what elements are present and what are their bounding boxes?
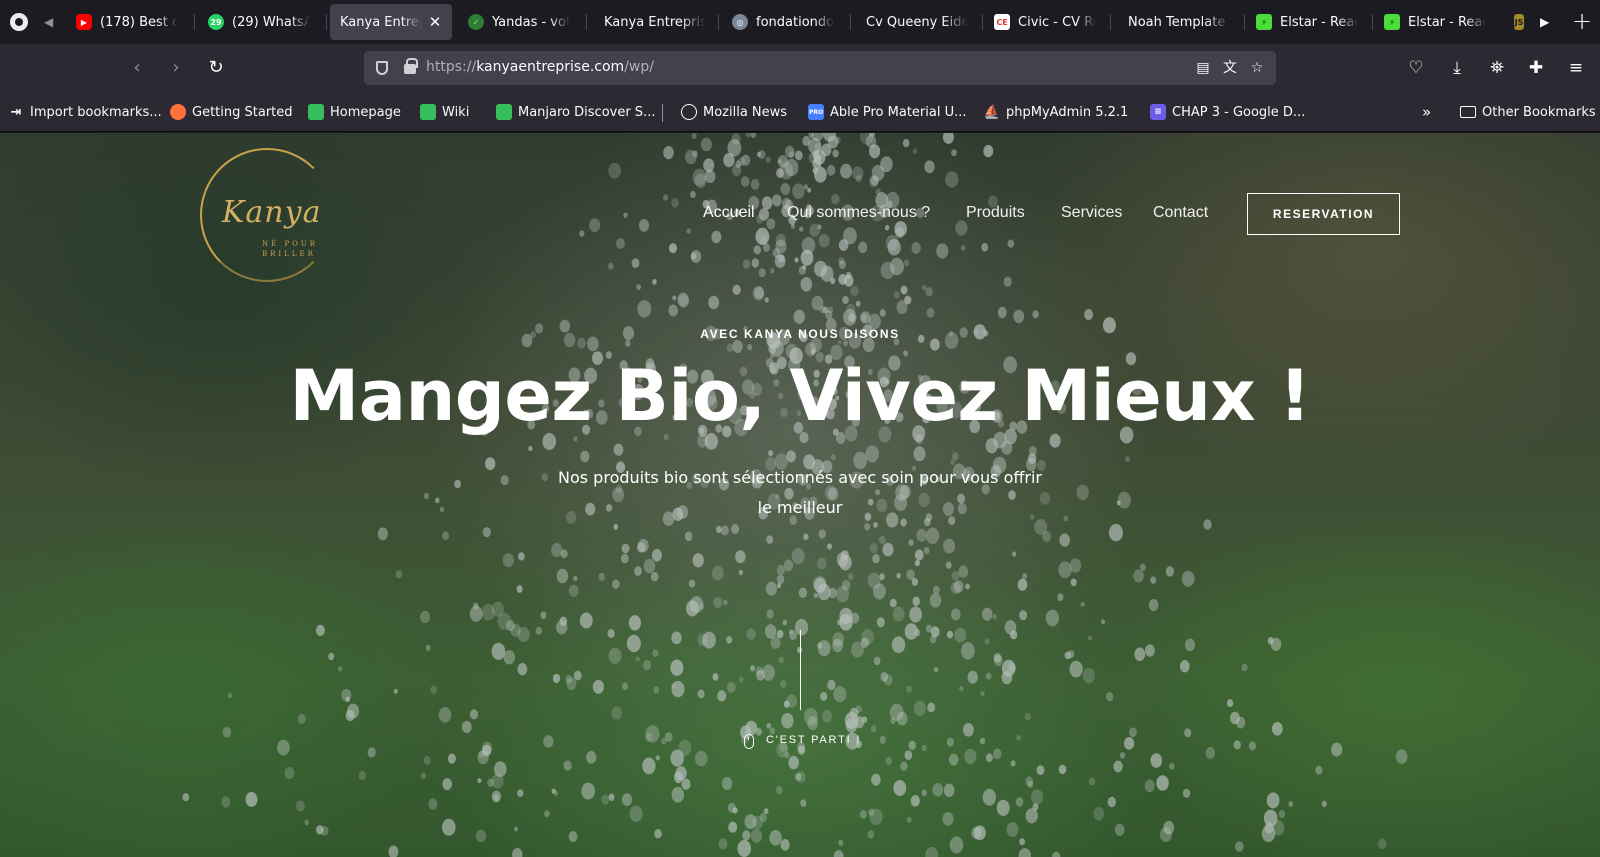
tab-noah[interactable]: Noah Template (1118, 4, 1240, 40)
reader-profile-icon[interactable]: ⛯ (1485, 56, 1509, 80)
tab-separator (586, 14, 587, 30)
reader-view-icon[interactable]: ▤ (1194, 59, 1212, 77)
tab-separator (326, 14, 327, 30)
tab-separator (194, 14, 195, 30)
import-icon: ⇥ (10, 104, 22, 120)
bolt-icon: ⚡ (1384, 14, 1400, 30)
firefox-icon (170, 104, 186, 120)
firefox-view-icon[interactable] (10, 13, 28, 31)
manjaro-icon (308, 104, 324, 120)
tab-separator (982, 14, 983, 30)
back-button[interactable]: ‹ (125, 56, 149, 80)
address-bar[interactable]: https://kanyaentreprise.com/wp/ ▤ 文 ☆ (364, 51, 1276, 85)
tab-scroll-right-icon[interactable]: ▶ (1540, 12, 1552, 32)
navigation-toolbar: ‹ › ↻ https://kanyaentreprise.com/wp/ ▤ … (0, 44, 1600, 92)
forward-button[interactable]: › (164, 56, 188, 80)
bookmark-able-pro[interactable]: PRO Able Pro Material U... (808, 102, 967, 122)
nav-qui-sommes-nous[interactable]: Qui sommes-nous ? (787, 204, 930, 228)
app-menu-icon[interactable]: ≡ (1564, 56, 1588, 80)
tab-separator (718, 14, 719, 30)
tab-whatsapp[interactable]: 29 (29) WhatsAp (198, 4, 320, 40)
bookmark-getting-started[interactable]: Getting Started (170, 102, 293, 122)
civic-icon: CE (994, 14, 1010, 30)
url-input[interactable]: https://kanyaentreprise.com/wp/ (426, 59, 654, 75)
url-host: kanyaentreprise.com (476, 59, 625, 75)
bookmark-phpmyadmin[interactable]: ⛵ phpMyAdmin 5.2.1 (984, 102, 1128, 122)
logo-script-text: Kanya (222, 195, 322, 230)
pro-icon: PRO (808, 104, 824, 120)
tab-fondation[interactable]: ◎ fondationdos (722, 4, 844, 40)
other-bookmarks[interactable]: Other Bookmarks (1460, 102, 1596, 122)
folder-icon (1460, 106, 1476, 118)
tab-cv-queeny[interactable]: Cv Queeny Eidel (856, 4, 978, 40)
hero-eyebrow: AVEC KANYA NOUS DISONS (700, 327, 900, 341)
tab-civic[interactable]: CE Civic - CV Res (984, 4, 1106, 40)
tab-elstar-2[interactable]: ⚡ Elstar - React (1374, 4, 1496, 40)
tab-separator (1110, 14, 1111, 30)
youtube-icon: ▶ (76, 14, 92, 30)
pocket-icon[interactable]: ♡ (1404, 56, 1428, 80)
bookmark-import[interactable]: ⇥ Import bookmarks... (8, 102, 162, 122)
bookmark-wiki[interactable]: Wiki (420, 102, 469, 122)
tab-youtube[interactable]: ▶ (178) Best of (66, 4, 188, 40)
mouse-scroll-icon[interactable] (744, 734, 754, 749)
tab-separator (850, 14, 851, 30)
scroll-cta[interactable]: C'EST PARTI ! (766, 734, 861, 746)
extensions-icon[interactable]: ✚ (1524, 56, 1548, 80)
leaf-icon: ✓ (468, 14, 484, 30)
translate-icon[interactable]: 文 (1221, 59, 1239, 77)
bookmark-homepage[interactable]: Homepage (308, 102, 401, 122)
hero-subtitle: Nos produits bio sont sélectionnés avec … (558, 468, 1042, 517)
globe-icon: ◎ (732, 14, 748, 30)
bookmarks-separator (662, 104, 663, 122)
manjaro-icon (496, 104, 512, 120)
bookmark-manjaro-discover[interactable]: Manjaro Discover S... (496, 102, 655, 122)
bookmark-chap3-docs[interactable]: ≡ CHAP 3 - Google D... (1150, 102, 1305, 122)
phpmyadmin-icon: ⛵ (983, 104, 1001, 120)
nav-contact[interactable]: Contact (1153, 204, 1208, 228)
logo-tagline: NÉ POUR BRILLER (262, 240, 319, 258)
scroll-indicator-line (800, 630, 801, 710)
manjaro-icon (420, 104, 436, 120)
tab-scroll-left-icon[interactable]: ◀ (44, 12, 56, 32)
nav-services[interactable]: Services (1061, 204, 1122, 228)
javascript-icon: JS (1514, 14, 1524, 30)
tab-separator (1372, 14, 1373, 30)
downloads-icon[interactable]: ⤓ (1445, 56, 1469, 80)
tab-yandas[interactable]: ✓ Yandas - votr (458, 4, 580, 40)
bookmark-star-icon[interactable]: ☆ (1248, 59, 1266, 77)
nav-produits[interactable]: Produits (966, 204, 1025, 228)
bolt-icon: ⚡ (1256, 14, 1272, 30)
tab-kanya-active[interactable]: Kanya Entrep ✕ (330, 4, 452, 40)
url-path: /wp/ (624, 59, 654, 75)
hero-section: Kanya NÉ POUR BRILLER Accueil Qui sommes… (0, 133, 1600, 857)
globe-icon (681, 104, 697, 120)
reload-button[interactable]: ↻ (204, 56, 228, 80)
new-tab-button[interactable]: + (1570, 8, 1594, 36)
bookmark-mozilla-news[interactable]: Mozilla News (681, 102, 787, 122)
tab-separator (1244, 14, 1245, 30)
tab-kanya-2[interactable]: Kanya Entrepris (594, 4, 716, 40)
bookmarks-toolbar: ⇥ Import bookmarks... Getting Started Ho… (0, 92, 1600, 132)
lock-icon[interactable] (404, 58, 418, 74)
tab-elstar-1[interactable]: ⚡ Elstar - React (1246, 4, 1368, 40)
more-bookmarks-chevron-icon[interactable]: » (1422, 102, 1431, 122)
url-scheme: https:// (426, 59, 477, 75)
close-tab-icon[interactable]: ✕ (428, 13, 442, 31)
whatsapp-icon: 29 (208, 14, 224, 30)
nav-accueil[interactable]: Accueil (703, 204, 755, 228)
google-docs-icon: ≡ (1150, 104, 1166, 120)
reservation-button[interactable]: RESERVATION (1247, 193, 1400, 235)
hero-title: Mangez Bio, Vivez Mieux ! (289, 355, 1311, 437)
tab-strip: ◀ ▶ (178) Best of 29 (29) WhatsAp Kanya … (0, 0, 1600, 44)
tracking-protection-icon[interactable] (376, 61, 388, 75)
tab-js-partial[interactable]: JS (1506, 4, 1536, 40)
